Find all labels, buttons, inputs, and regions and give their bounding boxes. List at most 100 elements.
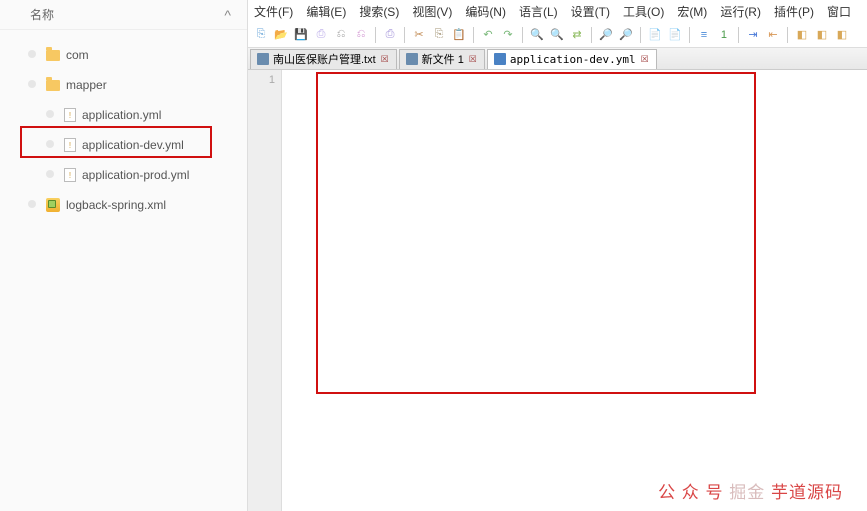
file-icon: ! — [64, 138, 76, 152]
xml-icon — [46, 198, 60, 212]
watermark-c: 芋道源码 — [771, 483, 843, 502]
pin-icon — [46, 140, 56, 150]
toolbar-button[interactable]: 🔍 — [548, 26, 566, 44]
tree-item-logback-spring-xml[interactable]: logback-spring.xml — [4, 190, 243, 220]
tree-item-label: application.yml — [82, 108, 161, 122]
folder-icon — [46, 80, 60, 91]
col-name: 名称 — [30, 6, 54, 23]
tab-label: 新文件 1 — [422, 51, 464, 67]
tab-label: 南山医保账户管理.txt — [273, 51, 376, 67]
file-icon: ! — [64, 168, 76, 182]
tab-label: application-dev.yml — [510, 53, 636, 66]
tree-item-application-prod-yml[interactable]: ! application-prod.yml — [4, 160, 243, 190]
toolbar-button[interactable]: ⎙ — [312, 26, 330, 44]
toolbar-button[interactable]: ◧ — [793, 26, 811, 44]
menu-item[interactable]: 文件(F) — [254, 3, 293, 20]
toolbar-button[interactable]: ◧ — [833, 26, 851, 44]
tab-file-icon — [406, 53, 418, 65]
menu-item[interactable]: 编辑(E) — [306, 3, 346, 20]
toolbar-button[interactable]: ⎌ — [352, 26, 370, 44]
file-icon: ! — [64, 108, 76, 122]
close-icon[interactable]: ☒ — [380, 54, 390, 64]
toolbar-separator — [375, 27, 376, 43]
menu-item[interactable]: 插件(P) — [774, 3, 814, 20]
sidebar-header: 名称 ^ — [0, 0, 247, 30]
toolbar: ⎘📂💾⎙⎌⎌⎙✂⎘📋↶↷🔍🔍⇄🔎🔎📄📄≡1⇥⇤◧◧◧ — [248, 22, 867, 48]
toolbar-separator — [473, 27, 474, 43]
toolbar-button[interactable]: 1 — [715, 26, 733, 44]
toolbar-button[interactable]: ≡ — [695, 26, 713, 44]
tree-item-label: com — [66, 48, 89, 62]
menu-item[interactable]: 运行(R) — [720, 3, 761, 20]
tree-item-label: application-prod.yml — [82, 168, 189, 182]
menu-item[interactable]: 语言(L) — [519, 3, 558, 20]
watermark-b: 掘金 — [729, 483, 765, 502]
menu-item[interactable]: 搜索(S) — [359, 3, 399, 20]
toolbar-button[interactable]: ⇄ — [568, 26, 586, 44]
chevron-up-icon[interactable]: ^ — [224, 7, 237, 23]
pin-icon — [46, 110, 56, 120]
toolbar-button[interactable]: ⎌ — [332, 26, 350, 44]
tree-item-label: application-dev.yml — [82, 138, 184, 152]
toolbar-separator — [738, 27, 739, 43]
toolbar-button[interactable]: ↷ — [499, 26, 517, 44]
menu-item[interactable]: 视图(V) — [412, 3, 452, 20]
tree-item-mapper[interactable]: mapper — [4, 70, 243, 100]
toolbar-button[interactable]: ⎙ — [381, 26, 399, 44]
tree-item-label: mapper — [66, 78, 107, 92]
menu-item[interactable]: 设置(T) — [571, 3, 610, 20]
line-number: 1 — [248, 74, 275, 86]
tab[interactable]: 新文件 1 ☒ — [399, 49, 485, 69]
main-area: 文件(F) 编辑(E) 搜索(S) 视图(V) 编码(N) 语言(L) 设置(T) 工具(O)… — [248, 0, 867, 511]
toolbar-button[interactable]: 📄 — [666, 26, 684, 44]
folder-icon — [46, 50, 60, 61]
tab-file-icon — [257, 53, 269, 65]
pin-icon — [28, 80, 38, 90]
toolbar-button[interactable]: 📂 — [272, 26, 290, 44]
toolbar-button[interactable]: ↶ — [479, 26, 497, 44]
tree-item-application-yml[interactable]: ! application.yml — [4, 100, 243, 130]
toolbar-button[interactable]: ⇤ — [764, 26, 782, 44]
toolbar-button[interactable]: ⎘ — [430, 26, 448, 44]
pin-icon — [28, 200, 38, 210]
menu-item[interactable]: 宏(M) — [677, 3, 707, 20]
toolbar-separator — [522, 27, 523, 43]
tab-bar: 南山医保账户管理.txt ☒ 新文件 1 ☒ application-dev.yml ☒ — [248, 48, 867, 70]
toolbar-separator — [689, 27, 690, 43]
pin-icon — [28, 50, 38, 60]
tab-file-icon — [494, 53, 506, 65]
menu-item[interactable]: 窗口 — [827, 3, 851, 20]
toolbar-button[interactable]: 💾 — [292, 26, 310, 44]
toolbar-button[interactable]: 📄 — [646, 26, 664, 44]
toolbar-button[interactable]: 🔎 — [617, 26, 635, 44]
watermark: 公 众 号 掘金 芋道源码 — [658, 478, 843, 503]
editor-wrap: 1 — [248, 70, 867, 511]
toolbar-button[interactable]: ✂ — [410, 26, 428, 44]
toolbar-button[interactable]: ⎘ — [252, 26, 270, 44]
menu-item[interactable]: 编码(N) — [465, 3, 506, 20]
toolbar-button[interactable]: 📋 — [450, 26, 468, 44]
tab[interactable]: 南山医保账户管理.txt ☒ — [250, 49, 397, 69]
file-tree: com mapper! application.yml! application-de… — [0, 30, 247, 220]
toolbar-separator — [787, 27, 788, 43]
tree-item-application-dev-yml[interactable]: ! application-dev.yml — [4, 130, 243, 160]
toolbar-button[interactable]: 🔍 — [528, 26, 546, 44]
tab[interactable]: application-dev.yml ☒ — [487, 49, 657, 69]
line-gutter: 1 — [248, 70, 282, 511]
toolbar-button[interactable]: 🔎 — [597, 26, 615, 44]
toolbar-button[interactable]: ⇥ — [744, 26, 762, 44]
close-icon[interactable]: ☒ — [468, 54, 478, 64]
toolbar-button[interactable]: ◧ — [813, 26, 831, 44]
menu-bar: 文件(F) 编辑(E) 搜索(S) 视图(V) 编码(N) 语言(L) 设置(T) 工具(O)… — [248, 0, 867, 22]
close-icon[interactable]: ☒ — [640, 54, 650, 64]
editor[interactable] — [282, 70, 867, 511]
watermark-a: 公 众 号 — [658, 483, 723, 502]
sidebar: 名称 ^ com mapper! application.yml! applicati… — [0, 0, 248, 511]
menu-item[interactable]: 工具(O) — [623, 3, 664, 20]
toolbar-separator — [591, 27, 592, 43]
tree-item-label: logback-spring.xml — [66, 198, 166, 212]
tree-item-com[interactable]: com — [4, 40, 243, 70]
toolbar-separator — [640, 27, 641, 43]
toolbar-separator — [404, 27, 405, 43]
pin-icon — [46, 170, 56, 180]
